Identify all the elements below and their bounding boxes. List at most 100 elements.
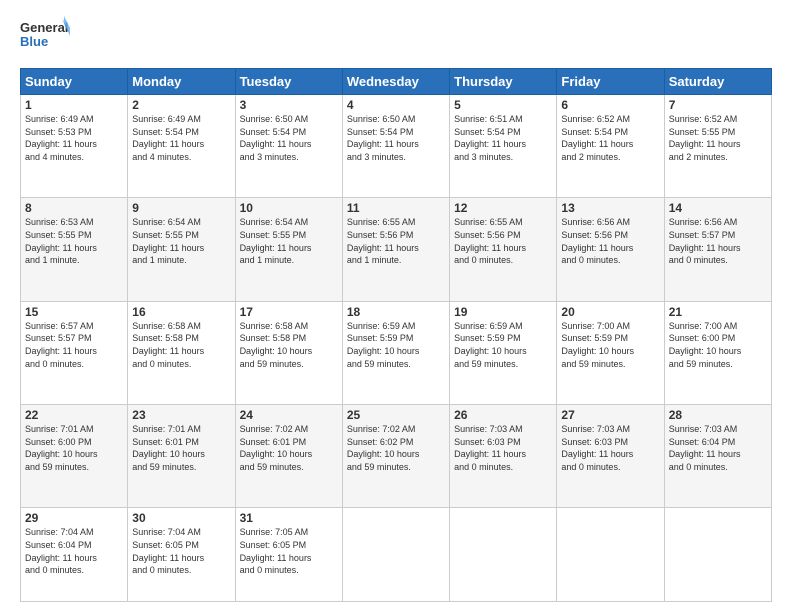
- calendar-cell: 11Sunrise: 6:55 AM Sunset: 5:56 PM Dayli…: [342, 198, 449, 301]
- day-number: 26: [454, 408, 552, 422]
- day-number: 29: [25, 511, 123, 525]
- calendar-cell: 22Sunrise: 7:01 AM Sunset: 6:00 PM Dayli…: [21, 405, 128, 508]
- header: General Blue: [20, 16, 772, 58]
- day-number: 20: [561, 305, 659, 319]
- day-info: Sunrise: 6:51 AM Sunset: 5:54 PM Dayligh…: [454, 113, 552, 163]
- day-info: Sunrise: 6:58 AM Sunset: 5:58 PM Dayligh…: [240, 320, 338, 370]
- svg-text:Blue: Blue: [20, 34, 48, 49]
- day-info: Sunrise: 6:49 AM Sunset: 5:53 PM Dayligh…: [25, 113, 123, 163]
- day-number: 25: [347, 408, 445, 422]
- day-info: Sunrise: 6:59 AM Sunset: 5:59 PM Dayligh…: [454, 320, 552, 370]
- day-number: 1: [25, 98, 123, 112]
- day-info: Sunrise: 6:59 AM Sunset: 5:59 PM Dayligh…: [347, 320, 445, 370]
- day-info: Sunrise: 7:03 AM Sunset: 6:04 PM Dayligh…: [669, 423, 767, 473]
- day-header-monday: Monday: [128, 69, 235, 95]
- calendar-cell: 16Sunrise: 6:58 AM Sunset: 5:58 PM Dayli…: [128, 301, 235, 404]
- calendar-cell: 1Sunrise: 6:49 AM Sunset: 5:53 PM Daylig…: [21, 95, 128, 198]
- calendar-cell: 29Sunrise: 7:04 AM Sunset: 6:04 PM Dayli…: [21, 508, 128, 602]
- day-number: 23: [132, 408, 230, 422]
- day-info: Sunrise: 7:00 AM Sunset: 5:59 PM Dayligh…: [561, 320, 659, 370]
- day-header-saturday: Saturday: [664, 69, 771, 95]
- calendar-cell: 9Sunrise: 6:54 AM Sunset: 5:55 PM Daylig…: [128, 198, 235, 301]
- day-number: 15: [25, 305, 123, 319]
- day-number: 28: [669, 408, 767, 422]
- calendar-cell: 3Sunrise: 6:50 AM Sunset: 5:54 PM Daylig…: [235, 95, 342, 198]
- day-number: 12: [454, 201, 552, 215]
- calendar-cell: 6Sunrise: 6:52 AM Sunset: 5:54 PM Daylig…: [557, 95, 664, 198]
- calendar-cell: 8Sunrise: 6:53 AM Sunset: 5:55 PM Daylig…: [21, 198, 128, 301]
- day-info: Sunrise: 7:04 AM Sunset: 6:04 PM Dayligh…: [25, 526, 123, 576]
- day-info: Sunrise: 7:01 AM Sunset: 6:00 PM Dayligh…: [25, 423, 123, 473]
- calendar-cell: [664, 508, 771, 602]
- day-info: Sunrise: 7:05 AM Sunset: 6:05 PM Dayligh…: [240, 526, 338, 576]
- svg-text:General: General: [20, 20, 68, 35]
- day-info: Sunrise: 6:56 AM Sunset: 5:56 PM Dayligh…: [561, 216, 659, 266]
- calendar-cell: 12Sunrise: 6:55 AM Sunset: 5:56 PM Dayli…: [450, 198, 557, 301]
- day-info: Sunrise: 6:55 AM Sunset: 5:56 PM Dayligh…: [454, 216, 552, 266]
- day-number: 7: [669, 98, 767, 112]
- day-info: Sunrise: 6:50 AM Sunset: 5:54 PM Dayligh…: [240, 113, 338, 163]
- day-header-friday: Friday: [557, 69, 664, 95]
- day-info: Sunrise: 7:01 AM Sunset: 6:01 PM Dayligh…: [132, 423, 230, 473]
- calendar-week-1: 1Sunrise: 6:49 AM Sunset: 5:53 PM Daylig…: [21, 95, 772, 198]
- calendar-body: 1Sunrise: 6:49 AM Sunset: 5:53 PM Daylig…: [21, 95, 772, 602]
- day-number: 22: [25, 408, 123, 422]
- day-info: Sunrise: 6:54 AM Sunset: 5:55 PM Dayligh…: [132, 216, 230, 266]
- calendar-table: SundayMondayTuesdayWednesdayThursdayFrid…: [20, 68, 772, 602]
- calendar-cell: 15Sunrise: 6:57 AM Sunset: 5:57 PM Dayli…: [21, 301, 128, 404]
- day-info: Sunrise: 7:03 AM Sunset: 6:03 PM Dayligh…: [454, 423, 552, 473]
- calendar-cell: 5Sunrise: 6:51 AM Sunset: 5:54 PM Daylig…: [450, 95, 557, 198]
- day-number: 3: [240, 98, 338, 112]
- calendar-cell: 2Sunrise: 6:49 AM Sunset: 5:54 PM Daylig…: [128, 95, 235, 198]
- day-info: Sunrise: 6:53 AM Sunset: 5:55 PM Dayligh…: [25, 216, 123, 266]
- calendar-cell: 23Sunrise: 7:01 AM Sunset: 6:01 PM Dayli…: [128, 405, 235, 508]
- calendar-cell: 19Sunrise: 6:59 AM Sunset: 5:59 PM Dayli…: [450, 301, 557, 404]
- calendar-cell: [557, 508, 664, 602]
- day-info: Sunrise: 6:49 AM Sunset: 5:54 PM Dayligh…: [132, 113, 230, 163]
- day-number: 5: [454, 98, 552, 112]
- calendar-cell: [342, 508, 449, 602]
- calendar-cell: 10Sunrise: 6:54 AM Sunset: 5:55 PM Dayli…: [235, 198, 342, 301]
- day-info: Sunrise: 6:50 AM Sunset: 5:54 PM Dayligh…: [347, 113, 445, 163]
- calendar-cell: 25Sunrise: 7:02 AM Sunset: 6:02 PM Dayli…: [342, 405, 449, 508]
- calendar-cell: 24Sunrise: 7:02 AM Sunset: 6:01 PM Dayli…: [235, 405, 342, 508]
- day-number: 21: [669, 305, 767, 319]
- calendar-cell: 4Sunrise: 6:50 AM Sunset: 5:54 PM Daylig…: [342, 95, 449, 198]
- day-number: 9: [132, 201, 230, 215]
- day-number: 18: [347, 305, 445, 319]
- day-info: Sunrise: 6:55 AM Sunset: 5:56 PM Dayligh…: [347, 216, 445, 266]
- day-number: 4: [347, 98, 445, 112]
- calendar-cell: 18Sunrise: 6:59 AM Sunset: 5:59 PM Dayli…: [342, 301, 449, 404]
- calendar-cell: 31Sunrise: 7:05 AM Sunset: 6:05 PM Dayli…: [235, 508, 342, 602]
- calendar-header-row: SundayMondayTuesdayWednesdayThursdayFrid…: [21, 69, 772, 95]
- calendar-week-3: 15Sunrise: 6:57 AM Sunset: 5:57 PM Dayli…: [21, 301, 772, 404]
- day-info: Sunrise: 6:57 AM Sunset: 5:57 PM Dayligh…: [25, 320, 123, 370]
- day-number: 17: [240, 305, 338, 319]
- day-header-thursday: Thursday: [450, 69, 557, 95]
- day-info: Sunrise: 7:03 AM Sunset: 6:03 PM Dayligh…: [561, 423, 659, 473]
- day-number: 19: [454, 305, 552, 319]
- calendar-week-5: 29Sunrise: 7:04 AM Sunset: 6:04 PM Dayli…: [21, 508, 772, 602]
- day-number: 16: [132, 305, 230, 319]
- day-number: 31: [240, 511, 338, 525]
- calendar-cell: 17Sunrise: 6:58 AM Sunset: 5:58 PM Dayli…: [235, 301, 342, 404]
- day-info: Sunrise: 6:52 AM Sunset: 5:54 PM Dayligh…: [561, 113, 659, 163]
- day-number: 6: [561, 98, 659, 112]
- page: General Blue SundayMondayTuesdayWednesda…: [0, 0, 792, 612]
- day-info: Sunrise: 6:54 AM Sunset: 5:55 PM Dayligh…: [240, 216, 338, 266]
- logo: General Blue: [20, 16, 70, 58]
- day-number: 13: [561, 201, 659, 215]
- calendar-cell: 27Sunrise: 7:03 AM Sunset: 6:03 PM Dayli…: [557, 405, 664, 508]
- calendar-week-2: 8Sunrise: 6:53 AM Sunset: 5:55 PM Daylig…: [21, 198, 772, 301]
- day-info: Sunrise: 6:56 AM Sunset: 5:57 PM Dayligh…: [669, 216, 767, 266]
- calendar-cell: 28Sunrise: 7:03 AM Sunset: 6:04 PM Dayli…: [664, 405, 771, 508]
- day-info: Sunrise: 7:04 AM Sunset: 6:05 PM Dayligh…: [132, 526, 230, 576]
- day-info: Sunrise: 7:02 AM Sunset: 6:02 PM Dayligh…: [347, 423, 445, 473]
- day-number: 8: [25, 201, 123, 215]
- day-number: 27: [561, 408, 659, 422]
- day-header-sunday: Sunday: [21, 69, 128, 95]
- calendar-cell: 21Sunrise: 7:00 AM Sunset: 6:00 PM Dayli…: [664, 301, 771, 404]
- calendar-cell: [450, 508, 557, 602]
- calendar-cell: 7Sunrise: 6:52 AM Sunset: 5:55 PM Daylig…: [664, 95, 771, 198]
- calendar-cell: 20Sunrise: 7:00 AM Sunset: 5:59 PM Dayli…: [557, 301, 664, 404]
